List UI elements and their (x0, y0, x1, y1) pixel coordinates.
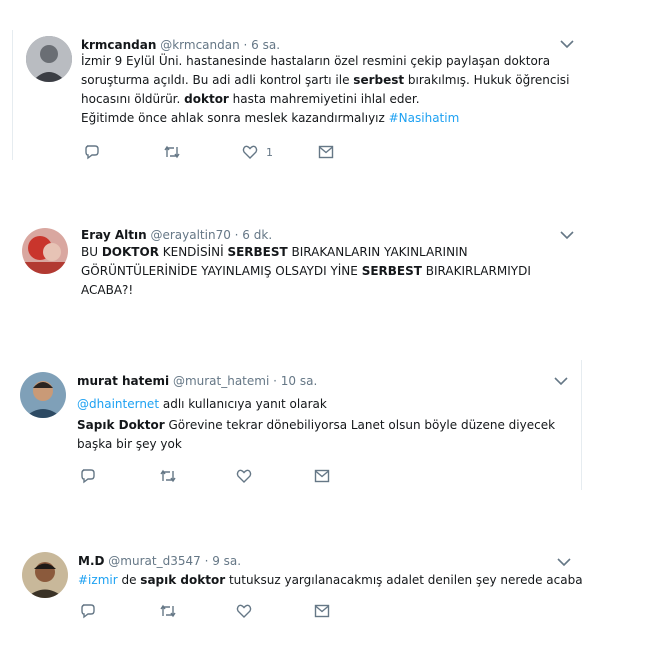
like-icon (236, 604, 252, 618)
retweet-button[interactable] (159, 467, 177, 485)
tweet-2[interactable]: Eray Altın @erayaltin70 · 6 dk. BU DOKTO… (0, 200, 648, 340)
tweet-divider (12, 30, 13, 160)
tweet-line: Eğitimde önce ahlak sonra meslek kazandı… (81, 109, 581, 128)
tweet-actions: 1 (84, 143, 484, 161)
avatar[interactable] (22, 552, 68, 598)
avatar-image (26, 36, 72, 82)
tweet-time[interactable]: · 9 sa. (205, 554, 242, 568)
avatar[interactable] (26, 36, 72, 82)
author-name[interactable]: Eray Altın (81, 228, 147, 242)
text-span: BIRAKANLARIN YAKINLARININ (287, 245, 468, 259)
like-icon (236, 469, 252, 483)
dm-icon (314, 469, 330, 483)
tweet-text: İzmir 9 Eylül Üni. hastanesinde hastalar… (81, 52, 581, 128)
tweet-3[interactable]: murat hatemi @murat_hatemi · 10 sa. @dha… (0, 360, 648, 510)
like-button[interactable]: 1 (242, 143, 273, 161)
text-span: bırakılmış. Hukuk öğrencisi (404, 73, 570, 87)
dm-icon (318, 145, 334, 159)
tweet-4[interactable]: M.D @murat_d3547 · 9 sa. #izmir de sapık… (0, 530, 648, 646)
chevron-down-icon[interactable] (554, 377, 568, 386)
like-button[interactable] (236, 467, 252, 485)
author-name[interactable]: M.D (78, 554, 104, 568)
retweet-icon (160, 469, 176, 483)
bold-keyword: DOKTOR (101, 245, 159, 259)
avatar-image (22, 552, 68, 598)
text-span: soruşturma açıldı. Bu adi adli kontrol ş… (81, 73, 354, 87)
bold-keyword: serbest (353, 73, 405, 87)
retweet-button[interactable] (159, 602, 177, 620)
text-span: BU (81, 245, 102, 259)
chevron-down-icon[interactable] (557, 558, 571, 567)
tweet-line: soruşturma açıldı. Bu adi adli kontrol ş… (81, 71, 581, 90)
retweet-icon (160, 604, 176, 618)
tweet-line: İzmir 9 Eylül Üni. hastanesinde hastalar… (81, 54, 551, 68)
author-handle[interactable]: @krmcandan (160, 38, 240, 52)
dm-button[interactable] (318, 143, 334, 161)
reply-mention-link[interactable]: @dhainternet (77, 397, 159, 411)
text-span: Eğitimde önce ahlak sonra meslek kazandı… (81, 111, 389, 125)
hashtag-link[interactable]: #Nasihatim (389, 111, 460, 125)
text-span: tutuksuz yargılanacakmış adalet denilen … (225, 573, 583, 587)
tweet-time[interactable]: · 6 sa. (244, 38, 281, 52)
bold-keyword: Sapık Doktor (77, 418, 165, 432)
chevron-down-icon[interactable] (560, 40, 574, 49)
tweet-text: BU DOKTOR KENDİSİNİ SERBEST BIRAKANLARIN… (81, 243, 581, 300)
avatar-image (22, 228, 68, 274)
tweet-actions (80, 467, 480, 485)
tweet-line: #izmir de sapık doktor tutuksuz yargılan… (78, 571, 598, 590)
tweet-text: Sapık Doktor Görevine tekrar dönebiliyor… (77, 416, 577, 454)
bold-keyword: doktor (184, 92, 229, 106)
reply-icon (81, 604, 95, 619)
author-handle[interactable]: @erayaltin70 (150, 228, 230, 242)
author-name[interactable]: krmcandan (81, 38, 156, 52)
avatar-image (20, 372, 66, 418)
tweet-time[interactable]: · 10 sa. (273, 374, 317, 388)
like-count: 1 (266, 145, 273, 159)
text-span: KENDİSİNİ (158, 245, 228, 259)
avatar[interactable] (22, 228, 68, 274)
text-span: hocasını öldürür. (81, 92, 185, 106)
text-span: Görevine tekrar dönebiliyorsa Lanet olsu… (164, 418, 556, 432)
like-icon (242, 145, 258, 159)
hashtag-link[interactable]: #izmir (78, 573, 118, 587)
reply-icon (85, 145, 99, 160)
reply-button[interactable] (80, 602, 96, 620)
author-handle[interactable]: @murat_hatemi (173, 374, 269, 388)
retweet-button[interactable] (163, 143, 181, 161)
tweet-text: #izmir de sapık doktor tutuksuz yargılan… (78, 571, 598, 590)
text-span: hasta mahremiyetini ihlal eder. (228, 92, 420, 106)
dm-icon (314, 604, 330, 618)
dm-button[interactable] (314, 602, 330, 620)
text-span: GÖRÜNTÜLERİNİDE YAYINLAMIŞ OLSAYDI YİNE (81, 264, 362, 278)
reply-button[interactable] (80, 467, 96, 485)
retweet-icon (164, 145, 180, 159)
dm-button[interactable] (314, 467, 330, 485)
tweet-1[interactable]: krmcandan @krmcandan · 6 sa. İzmir 9 Eyl… (0, 0, 648, 180)
bold-keyword: SERBEST (227, 245, 288, 259)
bold-keyword: sapık doktor (140, 573, 226, 587)
reply-icon (81, 469, 95, 484)
reply-context-text: adlı kullanıcıya yanıt olarak (159, 397, 327, 411)
tweet-line: ACABA?! (81, 283, 134, 297)
tweet-line: GÖRÜNTÜLERİNİDE YAYINLAMIŞ OLSAYDI YİNE … (81, 262, 581, 281)
avatar[interactable] (20, 372, 66, 418)
bold-keyword: SERBEST (361, 264, 422, 278)
tweet-line: BU DOKTOR KENDİSİNİ SERBEST BIRAKANLARIN… (81, 243, 581, 262)
tweet-divider (581, 360, 582, 490)
tweet-actions (80, 602, 480, 620)
author-handle[interactable]: @murat_d3547 (108, 554, 200, 568)
reply-context: @dhainternet adlı kullanıcıya yanıt olar… (77, 397, 327, 411)
reply-button[interactable] (84, 143, 100, 161)
like-button[interactable] (236, 602, 252, 620)
text-span: de (117, 573, 141, 587)
tweet-time[interactable]: · 6 dk. (235, 228, 272, 242)
tweet-line: hocasını öldürür. doktor hasta mahremiye… (81, 90, 581, 109)
tweet-line: başka bir şey yok (77, 437, 182, 451)
chevron-down-icon[interactable] (560, 231, 574, 240)
text-span: BIRAKIRLARMIYDI (421, 264, 531, 278)
author-name[interactable]: murat hatemi (77, 374, 169, 388)
tweet-line: Sapık Doktor Görevine tekrar dönebiliyor… (77, 416, 577, 435)
